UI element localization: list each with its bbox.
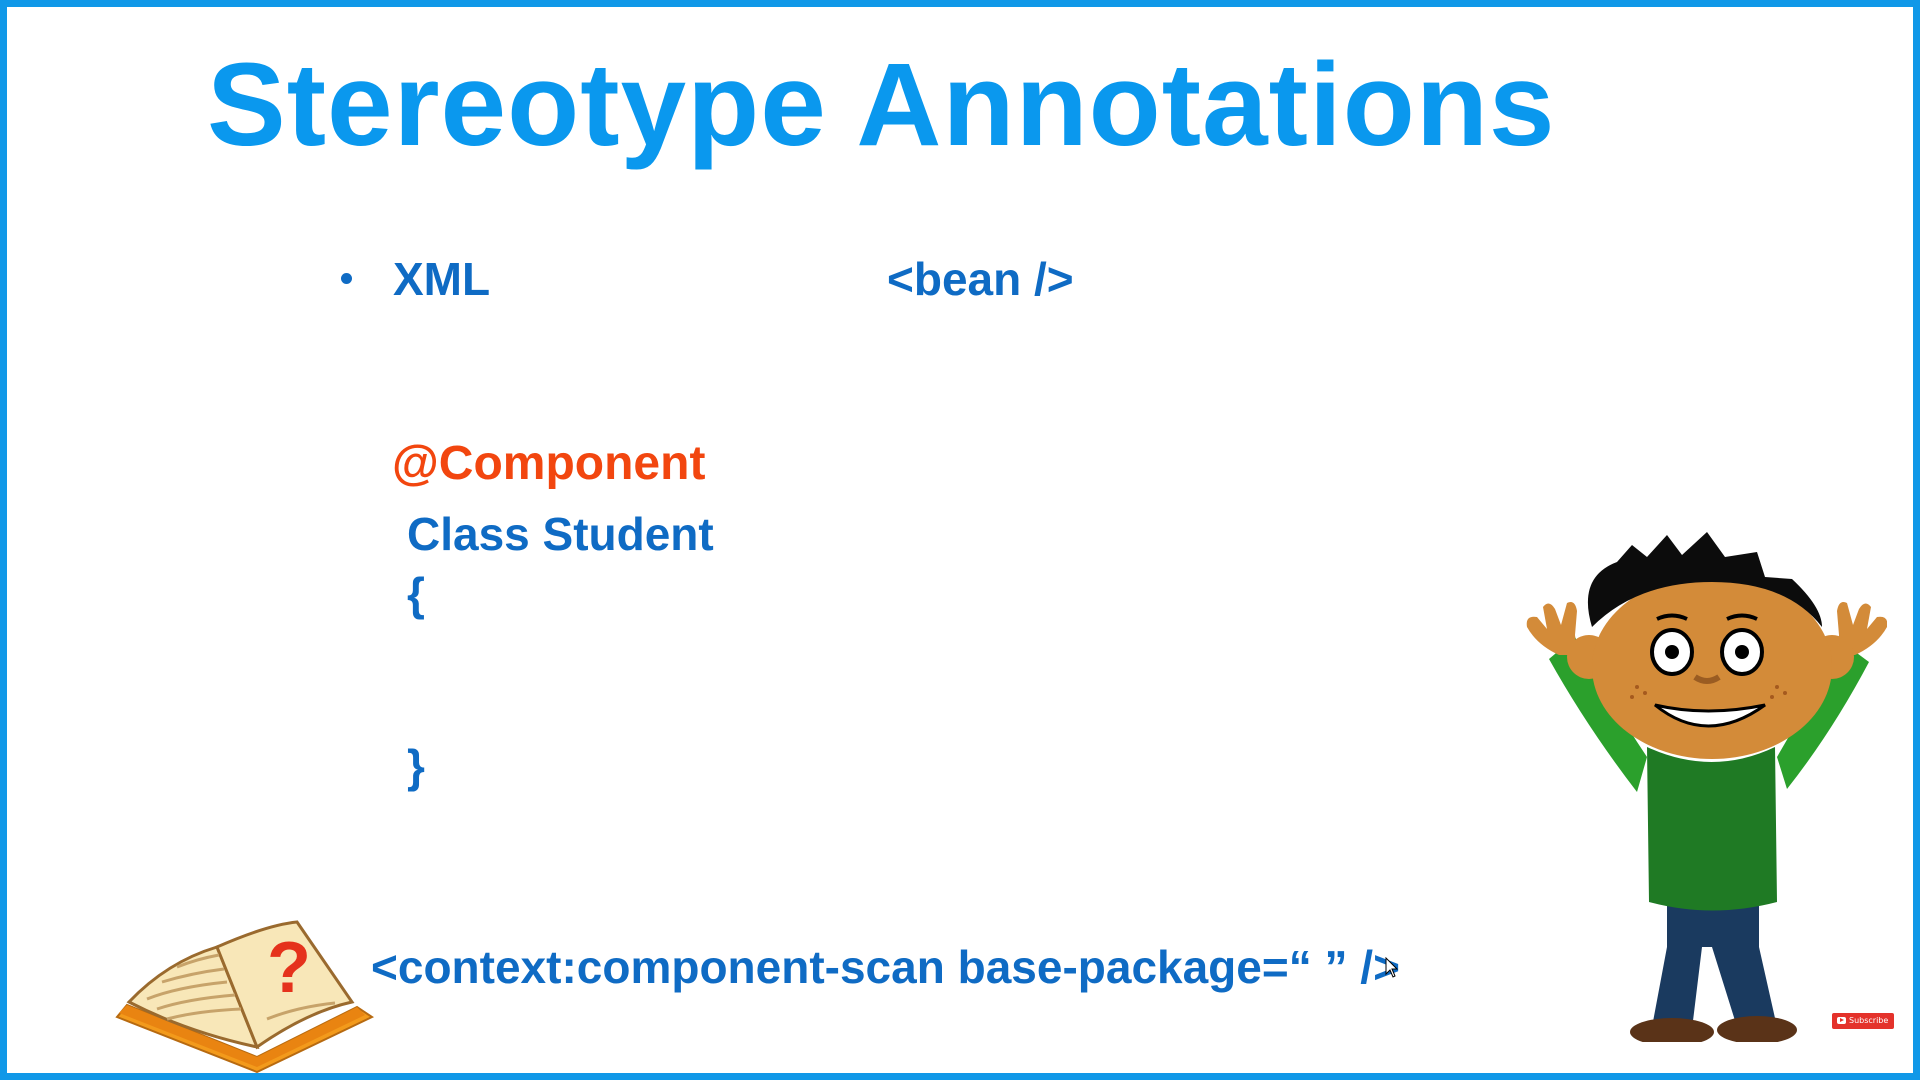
bullet-xml: XML — [393, 253, 491, 305]
subscribe-badge[interactable]: Subscribe — [1832, 1013, 1894, 1029]
mouse-cursor-icon — [1385, 957, 1399, 978]
class-declaration: Class Student — [407, 508, 714, 560]
component-scan-tag: <context:component-scan base-package=“ ”… — [371, 941, 1400, 993]
component-annotation: @Component — [392, 437, 706, 490]
subscribe-label: Subscribe — [1849, 1016, 1889, 1025]
youtube-play-icon — [1837, 1017, 1846, 1024]
brace-open: { — [407, 568, 425, 620]
cartoon-boy-illustration — [1526, 532, 1887, 1042]
bean-tag: <bean /> — [887, 253, 1074, 305]
slide: Stereotype Annotations XML <bean /> @Com… — [0, 0, 1920, 1080]
bullet-dot — [341, 273, 352, 284]
brace-close: } — [407, 740, 425, 792]
slide-title: Stereotype Annotations — [207, 39, 1556, 171]
svg-text:?: ? — [267, 928, 311, 1008]
question-book-icon: ? — [115, 920, 375, 1073]
